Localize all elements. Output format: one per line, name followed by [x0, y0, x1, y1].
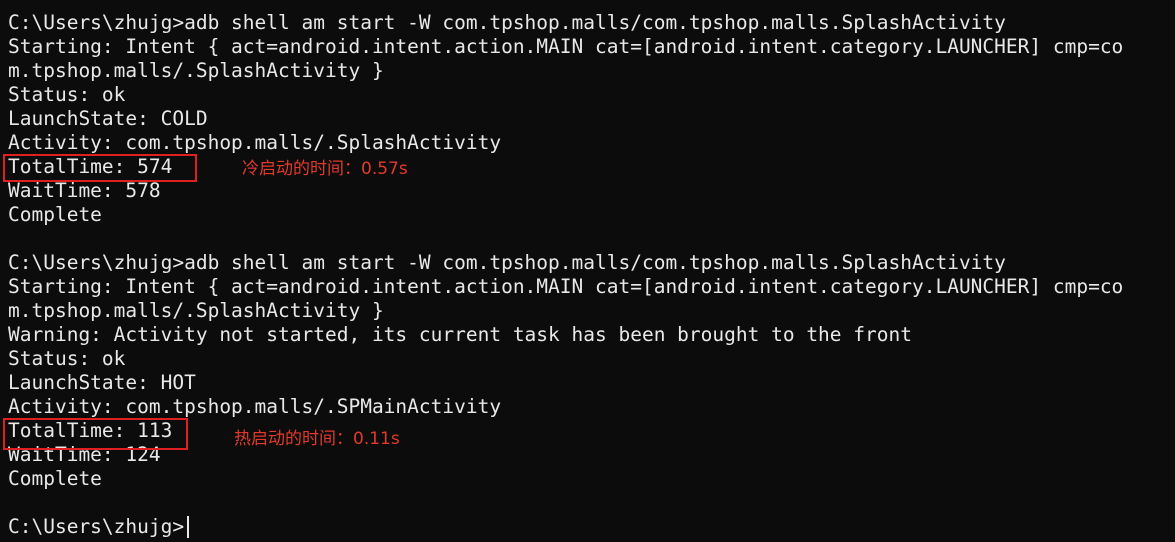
hot-start-annotation: 热启动的时间：0.11s [234, 429, 400, 449]
output-line: Status: ok [8, 347, 126, 370]
prompt-line[interactable]: C:\Users\zhujg> [8, 515, 184, 539]
output-line: Complete [8, 203, 102, 226]
hot-start-highlight-box [3, 418, 188, 450]
command-line-2: C:\Users\zhujg>adb shell am start -W com… [8, 251, 1006, 274]
output-line: Complete [8, 467, 102, 490]
cold-start-highlight-box [3, 154, 197, 182]
cold-start-annotation: 冷启动的时间：0.57s [242, 159, 408, 179]
output-line: Starting: Intent { act=android.intent.ac… [8, 275, 1124, 298]
output-line: WaitTime: 578 [8, 179, 161, 202]
output-line: m.tpshop.malls/.SplashActivity } [8, 59, 384, 82]
output-line: Activity: com.tpshop.malls/.SplashActivi… [8, 131, 502, 154]
warning-line: Warning: Activity not started, its curre… [8, 323, 912, 346]
output-line: LaunchState: HOT [8, 371, 196, 394]
output-line: Activity: com.tpshop.malls/.SPMainActivi… [8, 395, 502, 418]
command-line-1: C:\Users\zhujg>adb shell am start -W com… [8, 11, 1006, 34]
output-line: m.tpshop.malls/.SplashActivity } [8, 299, 384, 322]
text-cursor [187, 516, 189, 538]
output-line: Status: ok [8, 83, 126, 106]
output-line: Starting: Intent { act=android.intent.ac… [8, 35, 1124, 58]
terminal-window[interactable]: C:\Users\zhujg>adb shell am start -W com… [0, 0, 1175, 542]
output-line: LaunchState: COLD [8, 107, 208, 130]
